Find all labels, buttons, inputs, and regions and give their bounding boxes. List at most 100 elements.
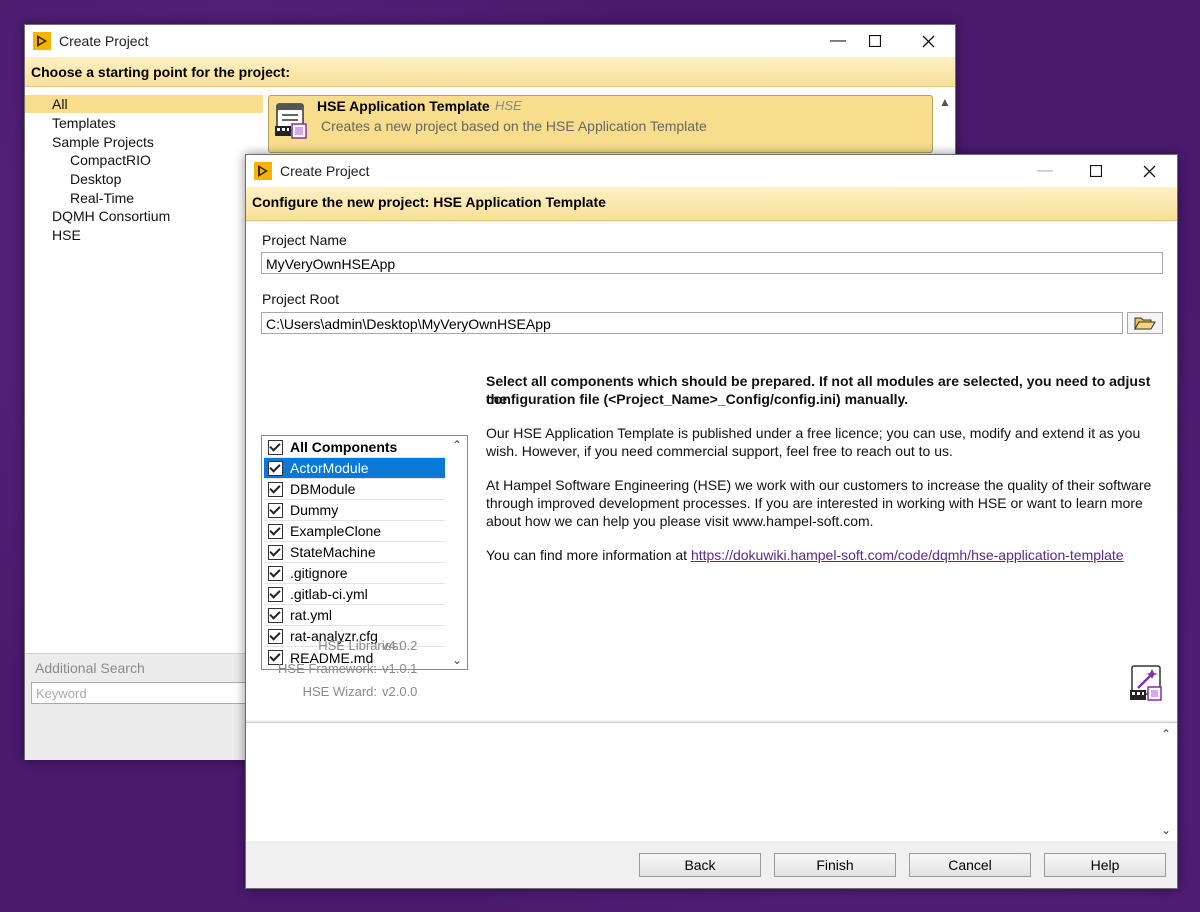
checkbox-checked-icon[interactable] (268, 523, 283, 539)
checkbox-checked-icon[interactable] (268, 607, 283, 623)
minimize-icon: — (1037, 162, 1053, 179)
checkbox-checked-icon[interactable] (268, 502, 283, 518)
cancel-button[interactable]: Cancel (909, 853, 1031, 877)
info-p4-prefix: You can find more information at (486, 547, 691, 563)
dokuwiki-link[interactable]: https://dokuwiki.hampel-soft.com/code/dq… (691, 547, 1124, 563)
back-close-button[interactable] (905, 25, 951, 57)
info-p2-line1: Our HSE Application Template is publishe… (486, 425, 1141, 441)
output-log-area[interactable]: ⌃ ⌄ (246, 722, 1177, 841)
version-value-framework: v1.0.1 (382, 661, 418, 676)
components-list: All Components ActorModule DBModule Dumm… (261, 435, 468, 670)
tree-item-all[interactable]: All (25, 95, 263, 113)
template-card-hse-application[interactable]: HSE Application Template HSE Creates a n… (268, 95, 933, 153)
component-row[interactable]: ExampleClone (264, 521, 445, 542)
component-label: .gitlab-ci.yml (290, 586, 368, 602)
back-button[interactable]: Back (639, 853, 761, 877)
project-root-input[interactable]: C:\Users\admin\Desktop\MyVeryOwnHSEApp (261, 312, 1123, 334)
component-row[interactable]: Dummy (264, 500, 445, 521)
info-p1-line2: configuration file (<Project_Name>_Confi… (486, 391, 909, 407)
chevron-down-icon[interactable]: ⌄ (1161, 823, 1171, 837)
help-button[interactable]: Help (1044, 853, 1166, 877)
checkbox-checked-icon[interactable] (268, 586, 283, 602)
component-label: All Components (290, 439, 398, 455)
front-minimize-button[interactable]: — (1022, 155, 1068, 187)
component-label: .gitignore (290, 565, 348, 581)
front-maximize-button[interactable] (1073, 155, 1119, 187)
maximize-icon (869, 35, 881, 47)
component-row[interactable]: ActorModule (264, 458, 445, 479)
category-tree: All Templates Sample Projects CompactRIO… (25, 91, 265, 651)
info-p4: You can find more information at https:/… (486, 546, 1158, 564)
chevron-up-icon[interactable]: ⌃ (452, 438, 462, 452)
component-row[interactable]: StateMachine (264, 542, 445, 563)
log-scrollbar[interactable]: ⌃ ⌄ (1155, 723, 1177, 841)
back-banner: Choose a starting point for the project: (25, 57, 955, 87)
checkbox-checked-icon[interactable] (268, 481, 283, 497)
component-label: DBModule (290, 481, 356, 497)
chevron-down-icon[interactable]: ⌄ (452, 653, 462, 667)
tree-item-desktop[interactable]: Desktop (70, 170, 121, 188)
keyword-input[interactable]: Keyword (31, 682, 257, 704)
component-row[interactable]: .gitignore (264, 563, 445, 584)
version-value-wizard: v2.0.0 (382, 684, 418, 699)
front-title-bar: Create Project — (246, 155, 1177, 187)
component-row[interactable]: rat.yml (264, 605, 445, 626)
back-window-title: Create Project (59, 33, 149, 49)
component-label: ExampleClone (290, 523, 382, 539)
component-row[interactable]: DBModule (264, 479, 445, 500)
close-icon (922, 35, 934, 47)
checkbox-checked-icon[interactable] (268, 460, 283, 476)
template-tag: HSE (495, 98, 522, 113)
checkbox-checked-icon[interactable] (268, 565, 283, 581)
front-banner: Configure the new project: HSE Applicati… (246, 187, 1177, 221)
version-label-framework: HSE Framework: (278, 661, 377, 676)
component-row-all[interactable]: All Components (264, 437, 445, 458)
project-root-label: Project Root (262, 291, 340, 307)
project-name-input[interactable]: MyVeryOwnHSEApp (261, 252, 1163, 274)
component-label: rat.yml (290, 607, 332, 623)
project-name-label: Project Name (262, 232, 347, 248)
configuration-panel: Project Name MyVeryOwnHSEApp Project Roo… (246, 222, 1177, 720)
additional-search-panel: Additional Search Keyword (25, 653, 265, 760)
template-description: Creates a new project based on the HSE A… (321, 118, 707, 134)
finish-button[interactable]: Finish (774, 853, 896, 877)
close-icon (1143, 165, 1155, 177)
wizard-icon (1130, 665, 1162, 701)
component-label: ActorModule (290, 460, 369, 476)
template-list-scroll-up[interactable]: ▲ (939, 95, 951, 109)
component-label: Dummy (290, 502, 339, 518)
tree-item-dqmh-consortium[interactable]: DQMH Consortium (52, 207, 170, 225)
labview-app-icon (33, 32, 51, 50)
maximize-icon (1090, 165, 1102, 177)
tree-item-sample-projects[interactable]: Sample Projects (52, 133, 154, 151)
front-close-button[interactable] (1126, 155, 1172, 187)
additional-search-label: Additional Search (35, 660, 145, 676)
front-window-title: Create Project (280, 163, 370, 179)
components-scrollbar[interactable]: ⌃ ⌄ (447, 436, 467, 669)
tree-item-hse[interactable]: HSE (52, 226, 81, 244)
chevron-up-icon[interactable]: ⌃ (1161, 727, 1171, 741)
version-label-wizard: HSE Wizard: (302, 684, 377, 699)
minimize-icon: — (830, 32, 846, 49)
version-value-libraries: v4.0.2 (382, 638, 418, 653)
button-bar: Back Finish Cancel Help (246, 841, 1177, 888)
checkbox-checked-icon[interactable] (268, 628, 283, 644)
checkbox-checked-icon[interactable] (268, 439, 283, 455)
info-p3-line1: At Hampel Software Engineering (HSE) we … (486, 477, 1152, 493)
tree-item-templates[interactable]: Templates (52, 114, 116, 132)
back-title-bar: Create Project — (25, 25, 955, 57)
folder-open-icon (1134, 317, 1156, 330)
back-maximize-button[interactable] (852, 25, 898, 57)
info-p2-line2: wish. However, if you need commercial su… (486, 443, 953, 459)
front-create-project-window: Create Project — Configure the new proje… (245, 154, 1178, 889)
template-name: HSE Application Template (317, 98, 490, 114)
browse-folder-button[interactable] (1127, 312, 1163, 334)
labview-app-icon (254, 162, 272, 180)
component-row[interactable]: .gitlab-ci.yml (264, 584, 445, 605)
checkbox-checked-icon[interactable] (268, 544, 283, 560)
template-project-icon (275, 103, 307, 139)
info-p3-line2: through improved development processes. … (486, 495, 1143, 511)
info-p3-line3: about how we can help you please visit w… (486, 513, 874, 529)
tree-item-compactrio[interactable]: CompactRIO (70, 151, 151, 169)
tree-item-real-time[interactable]: Real-Time (70, 189, 134, 207)
